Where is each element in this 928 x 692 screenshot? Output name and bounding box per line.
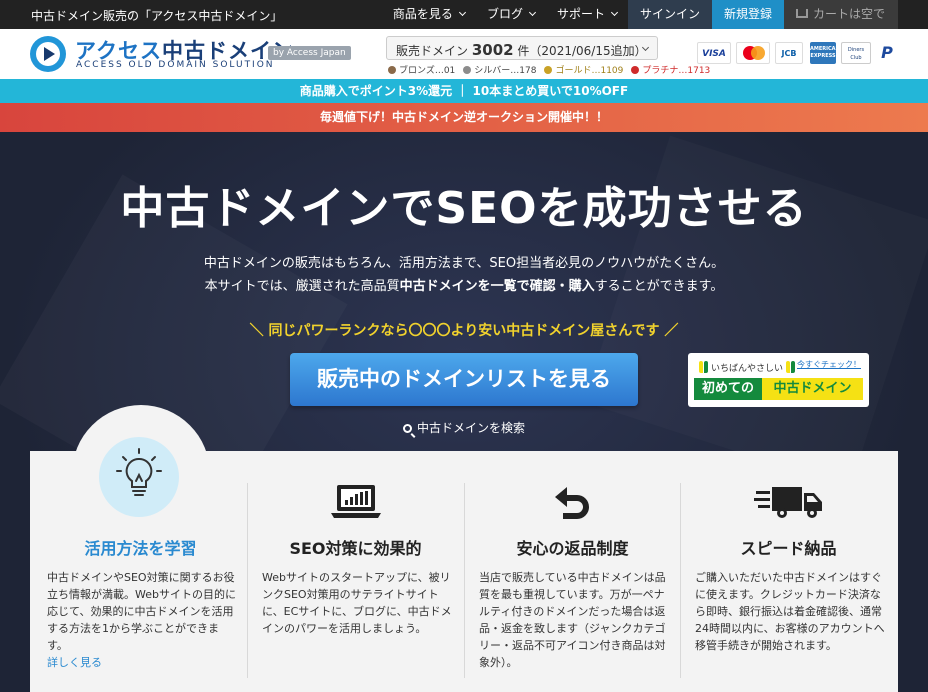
beginner-small-text: いちばんやさしい — [696, 359, 798, 374]
rank-silver: シルバー…178 — [463, 63, 536, 76]
top-nav: 商品を見る ブログ サポート サインイン 新規登録 カートは空です — [382, 0, 898, 50]
beginner-small-label: いちばんやさしい — [711, 364, 784, 374]
nav-support-label: サポート — [556, 7, 605, 21]
view-domain-list-button[interactable]: 販売中のドメインリストを見る — [290, 353, 638, 406]
search-icon — [402, 424, 412, 433]
top-bar: 中古ドメイン販売の「アクセス中古ドメイン」 商品を見る ブログ サポート サイン… — [0, 0, 928, 50]
feature-seo: SEO対策に効果的 Webサイトのスタートアップに、被リンクSEO対策用のサテラ… — [248, 483, 463, 683]
hero-description-1: 中古ドメインの販売はもちろん、活用方法まで、SEO担当者必見のノウハウがたくさん… — [203, 256, 725, 271]
learn-more-link[interactable]: 詳しく見る — [47, 656, 102, 669]
beginner-green-label: 初めての — [694, 378, 762, 400]
diners-club-logo-label: Diners Club — [847, 47, 865, 61]
feature-text-body: 中古ドメインやSEO対策に関するお役立ち情報が満載。Webサイトの目的に応じて、… — [47, 571, 236, 652]
rank-counts: ブロンズ…01 シルバー…178 ゴールド…1109 プラチナ…1713 — [388, 63, 710, 76]
cart-icon — [796, 9, 808, 18]
beginner-leaf-icon — [699, 361, 708, 373]
nav-products[interactable]: 商品を見る — [382, 0, 476, 29]
logo-subtitle: ACCESS OLD DOMAIN SOLUTION — [76, 60, 275, 70]
hero-description-2-pre: 本サイトでは、厳選された高品質 — [204, 279, 400, 294]
logo-play-icon[interactable] — [30, 36, 66, 72]
laptop-chart-icon — [330, 483, 381, 523]
check-now-link[interactable]: 今すぐチェック！ — [797, 359, 861, 370]
signin-button[interactable]: サインイン — [627, 0, 712, 29]
feature-learn: 活用方法を学習 中古ドメインやSEO対策に関するお役立ち情報が満載。Webサイト… — [33, 483, 248, 683]
paypal-logo-icon: P — [877, 42, 897, 64]
feature-text: 中古ドメインやSEO対策に関するお役立ち情報が満載。Webサイトの目的に応じて、… — [47, 569, 239, 671]
visa-logo-label: VISA — [702, 49, 726, 59]
cart-button[interactable]: カートは空です — [784, 0, 898, 50]
rank-gold: ゴールド…1109 — [544, 63, 623, 76]
bronze-dot-icon — [388, 66, 396, 74]
chevron-down-icon — [458, 8, 466, 17]
domain-count-value: 3002 — [471, 41, 514, 59]
site-tagline: 中古ドメイン販売の「アクセス中古ドメイン」 — [31, 9, 283, 23]
feature-return: 安心の返品制度 当店で販売している中古ドメインは品質を最も重視しています。万が一… — [465, 483, 680, 683]
hero-description-2-bold: 中古ドメインを一覧で確認・購入 — [399, 279, 595, 294]
feature-text: Webサイトのスタートアップに、被リンクSEO対策用のサテライトサイトに、ECサ… — [262, 571, 452, 635]
feature-text: ご購入いただいた中古ドメインはすぐに使えます。クレジットカード決済なら即時、銀行… — [695, 571, 885, 652]
rank-gold-label: ゴールド…1109 — [555, 66, 624, 76]
feature-title: 安心の返品制度 — [516, 539, 629, 558]
jcb-logo-label: JCB — [781, 49, 797, 58]
points-promo-banner[interactable]: 商品購入でポイント3%還元 ｜ 10本まとめ買いで10%OFF — [0, 79, 928, 103]
auction-promo-banner[interactable]: 毎週値下げ！中古ドメイン逆オークション開催中！！ — [0, 103, 928, 132]
beginner-guide-banner[interactable]: いちばんやさしい 今すぐチェック！ 初めての 中古ドメイン — [688, 353, 869, 407]
rank-silver-label: シルバー…178 — [474, 66, 537, 76]
site-header: アクセス中古ドメイン ACCESS OLD DOMAIN SOLUTION by… — [0, 29, 928, 79]
delivery-truck-icon — [753, 483, 824, 525]
diners-club-logo-icon: Diners Club — [841, 42, 871, 64]
mastercard-logo-icon — [736, 42, 770, 64]
return-arrow-icon — [553, 483, 593, 525]
paypal-logo-label: P — [881, 43, 893, 62]
chevron-down-icon — [610, 8, 619, 17]
beginner-yellow-label: 中古ドメイン — [762, 378, 863, 400]
by-access-japan-badge: by Access Japan — [268, 46, 351, 60]
register-button[interactable]: 新規登録 — [711, 0, 784, 29]
hero-catchphrase: ＼ 同じパワーランクなら〇〇〇より安い中古ドメイン屋さんです ／ — [249, 323, 679, 339]
nav-blog-label: ブログ — [486, 7, 523, 21]
nav-support[interactable]: サポート — [546, 0, 628, 29]
jcb-logo-icon: JCB — [775, 42, 803, 64]
domain-count-select[interactable]: 販売ドメイン 3002 件（2021/06/15追加） — [386, 36, 658, 60]
domain-count-prefix: 販売ドメイン — [396, 44, 469, 58]
domain-count-suffix: 件（2021/06/15追加） — [517, 44, 647, 58]
feature-text: 当店で販売している中古ドメインは品質を最も重視しています。万が一ペナルティ付きの… — [479, 571, 666, 669]
beginner-leaf-icon — [786, 361, 796, 373]
hero-description-2-post: することができます。 — [594, 279, 724, 294]
rank-platinum-label: プラチナ…1713 — [642, 66, 711, 76]
search-domain-label: 中古ドメインを検索 — [416, 421, 525, 435]
silver-dot-icon — [463, 66, 472, 74]
amex-logo-icon: AMERICAN EXPRESS — [810, 42, 840, 64]
hero-description-2: 本サイトでは、厳選された高品質中古ドメインを一覧で確認・購入することができます。 — [0, 275, 928, 294]
amex-logo-label: AMERICAN EXPRESS — [810, 46, 840, 59]
nav-products-label: 商品を見る — [392, 7, 453, 21]
feature-title: スピード納品 — [740, 539, 837, 558]
visa-logo-icon: VISA — [697, 42, 731, 64]
hero-title: 中古ドメインでSEOを成功させる — [120, 183, 808, 234]
rank-bronze-label: ブロンズ…01 — [399, 66, 456, 76]
rank-platinum: プラチナ…1713 — [631, 63, 710, 76]
chevron-down-icon — [528, 8, 536, 17]
nav-blog[interactable]: ブログ — [476, 0, 546, 29]
platinum-dot-icon — [631, 66, 640, 74]
feature-speed: スピード納品 ご購入いただいた中古ドメインはすぐに使えます。クレジットカード決済… — [681, 483, 896, 683]
gold-dot-icon — [544, 66, 553, 74]
feature-title: 活用方法を学習 — [84, 539, 197, 558]
rank-bronze: ブロンズ…01 — [388, 63, 455, 76]
feature-title: SEO対策に効果的 — [289, 539, 422, 558]
